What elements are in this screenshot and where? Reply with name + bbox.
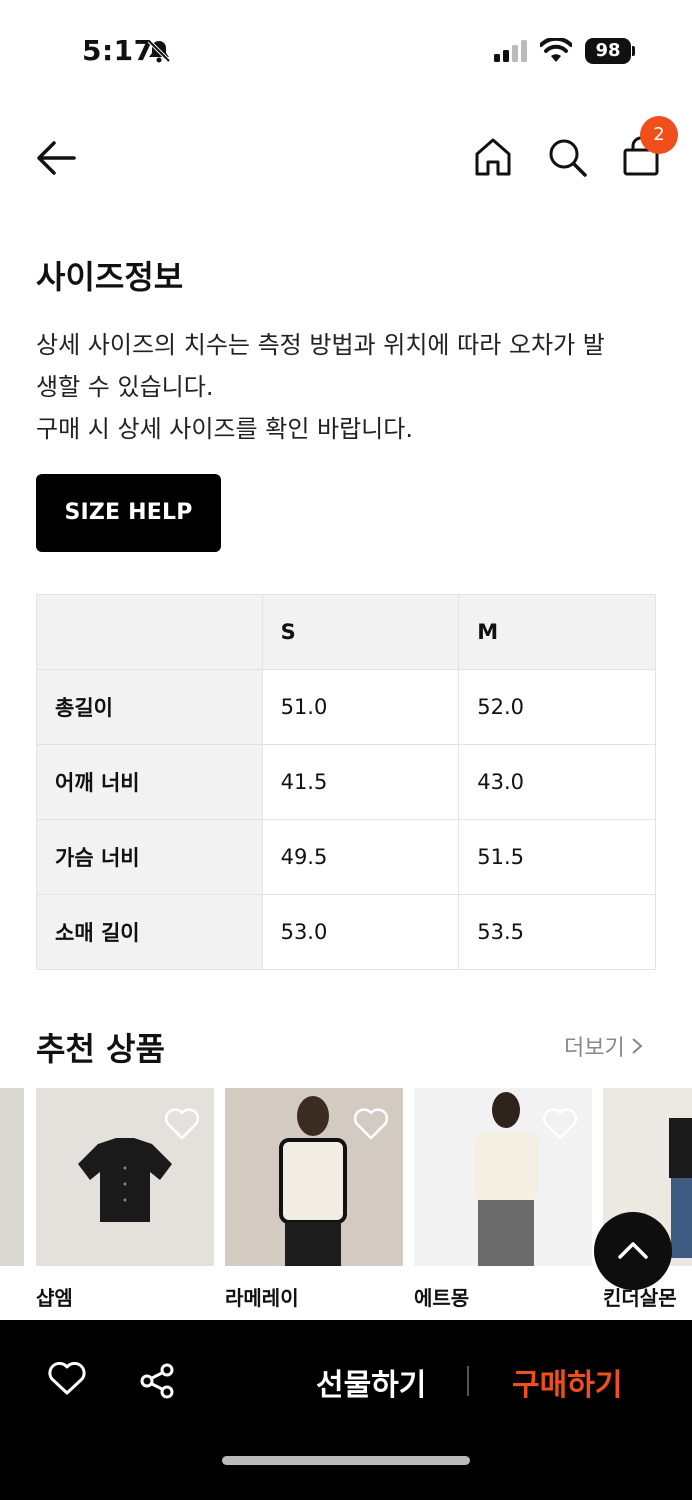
product-card[interactable]: 에트몽	[414, 1088, 592, 1311]
table-cell: 49.5	[261, 819, 460, 895]
description-line: 상세 사이즈의 치수는 측정 방법과 위치에 따라 오차가 발	[36, 331, 605, 359]
description-line: 구매 시 상세 사이즈를 확인 바랍니다.	[36, 415, 413, 443]
row-label: 가슴 너비	[36, 819, 263, 895]
share-button[interactable]	[138, 1362, 176, 1404]
search-icon	[549, 139, 587, 177]
row-label: 총길이	[36, 669, 263, 745]
product-card[interactable]: 라메레이	[225, 1088, 403, 1311]
row-label: 어깨 너비	[36, 744, 263, 820]
table-row: 어깨 너비 41.5 43.0	[36, 744, 656, 820]
chevron-up-icon	[618, 1242, 648, 1259]
divider	[467, 1366, 469, 1396]
table-cell: 53.0	[261, 894, 460, 970]
table-header-cell	[36, 594, 263, 670]
table-row: 총길이 51.0 52.0	[36, 669, 656, 745]
bell-muted-icon	[146, 38, 172, 68]
table-cell: 41.5	[261, 744, 460, 820]
table-row: 가슴 너비 49.5 51.5	[36, 819, 656, 895]
product-card[interactable]: 샵엠	[36, 1088, 214, 1311]
product-brand: 라메레이	[225, 1286, 299, 1310]
table-header-cell: S	[261, 594, 460, 670]
table-cell: 52.0	[458, 669, 656, 745]
home-button[interactable]	[472, 136, 514, 178]
back-button[interactable]	[34, 138, 78, 178]
product-brand: 에트몽	[414, 1286, 470, 1310]
search-button[interactable]	[546, 136, 588, 178]
back-arrow-icon	[37, 141, 76, 175]
product-image	[225, 1088, 403, 1266]
wifi-icon	[539, 36, 573, 68]
heart-icon[interactable]	[164, 1108, 200, 1144]
share-icon	[140, 1363, 174, 1399]
battery-level: 98	[585, 38, 631, 64]
cart-count-badge: 2	[640, 116, 678, 154]
size-help-button[interactable]: SIZE HELP	[36, 474, 221, 552]
scroll-to-top-button[interactable]	[594, 1212, 672, 1290]
row-label: 소매 길이	[36, 894, 263, 970]
see-more-label: 더보기	[564, 1036, 625, 1061]
home-icon	[475, 138, 511, 176]
table-header-row: S M	[36, 594, 656, 670]
heart-icon[interactable]	[542, 1108, 578, 1144]
chevron-right-icon	[631, 1036, 643, 1061]
battery-cap	[632, 46, 635, 56]
table-cell: 51.0	[261, 669, 460, 745]
gift-button[interactable]: 선물하기	[316, 1360, 426, 1404]
home-indicator[interactable]	[222, 1456, 470, 1465]
product-image	[0, 1088, 24, 1266]
heart-icon[interactable]	[353, 1108, 389, 1144]
product-brand: 샵엠	[36, 1286, 73, 1310]
product-image	[36, 1088, 214, 1266]
see-more-link[interactable]: 더보기	[564, 1030, 643, 1062]
product-card[interactable]	[0, 1088, 24, 1266]
table-cell: 51.5	[458, 819, 656, 895]
bottom-action-bar: 선물하기 구매하기	[0, 1320, 692, 1500]
size-info-description: 상세 사이즈의 치수는 측정 방법과 위치에 따라 오차가 발 생할 수 있습니…	[36, 324, 666, 450]
table-cell: 53.5	[458, 894, 656, 970]
wishlist-button[interactable]	[48, 1361, 86, 1400]
size-info-title: 사이즈정보	[36, 258, 184, 296]
description-line: 생할 수 있습니다.	[36, 373, 214, 401]
table-row: 소매 길이 53.0 53.5	[36, 894, 656, 970]
status-time: 5:17	[82, 34, 154, 67]
size-table: S M 총길이 51.0 52.0 어깨 너비 41.5 43.0 가슴 너비 …	[36, 594, 656, 970]
cellular-signal-icon	[494, 40, 530, 66]
recommendations-title: 추천 상품	[36, 1030, 165, 1068]
recommended-products-carousel[interactable]: 샵엠 라메레이 에트몽 킨더살몬	[0, 1088, 692, 1328]
table-cell: 43.0	[458, 744, 656, 820]
table-header-cell: M	[458, 594, 656, 670]
status-bar: 5:17 98	[0, 0, 692, 100]
buy-button[interactable]: 구매하기	[512, 1360, 622, 1404]
heart-icon	[48, 1361, 86, 1395]
product-image	[414, 1088, 592, 1266]
